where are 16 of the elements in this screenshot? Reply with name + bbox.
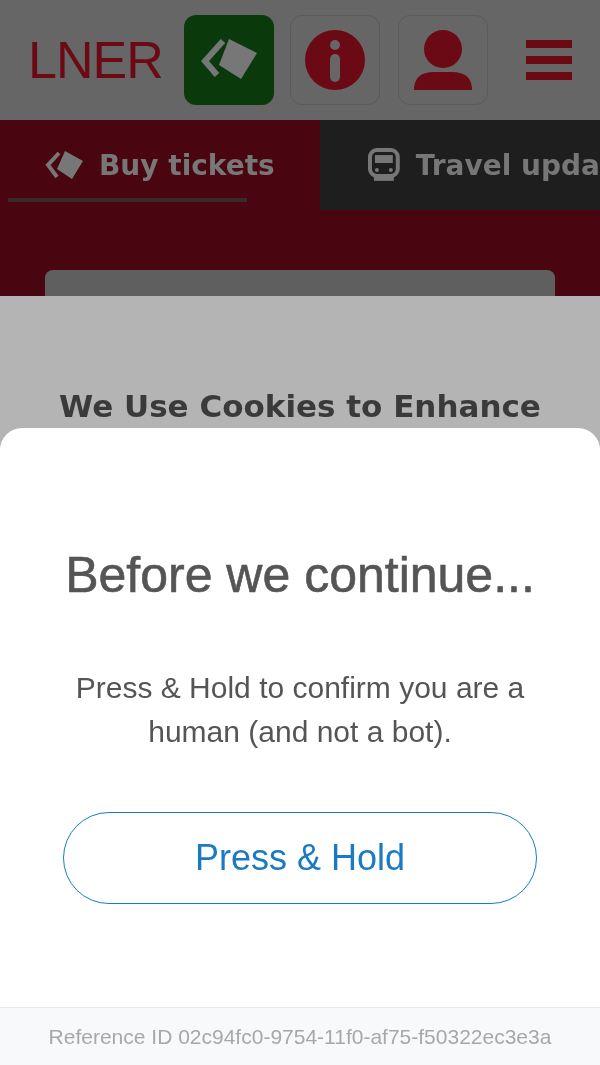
reference-id: Reference ID 02c94fc0-9754-11f0-af75-f50322ec3e3a — [48, 1024, 552, 1049]
person-icon — [414, 30, 472, 90]
dialog-message: Press & Hold to confirm you are a human (and not a bot). — [74, 670, 526, 750]
menu-button[interactable] — [526, 40, 572, 80]
press-hold-button[interactable]: Press & Hold — [63, 812, 537, 904]
info-icon — [305, 30, 365, 90]
account-button[interactable] — [398, 15, 488, 105]
cookie-heading: We Use Cookies to Enhance — [58, 388, 542, 424]
ticket-icon — [45, 151, 83, 179]
menu-icon — [526, 40, 572, 80]
brand-logo[interactable]: LNER — [28, 30, 184, 90]
train-icon — [368, 148, 400, 182]
tickets-button[interactable] — [184, 15, 274, 105]
info-button[interactable] — [290, 15, 380, 105]
nav-tab[interactable]: Travel upda — [320, 120, 600, 210]
dialog-title: Before we continue... — [65, 546, 535, 604]
